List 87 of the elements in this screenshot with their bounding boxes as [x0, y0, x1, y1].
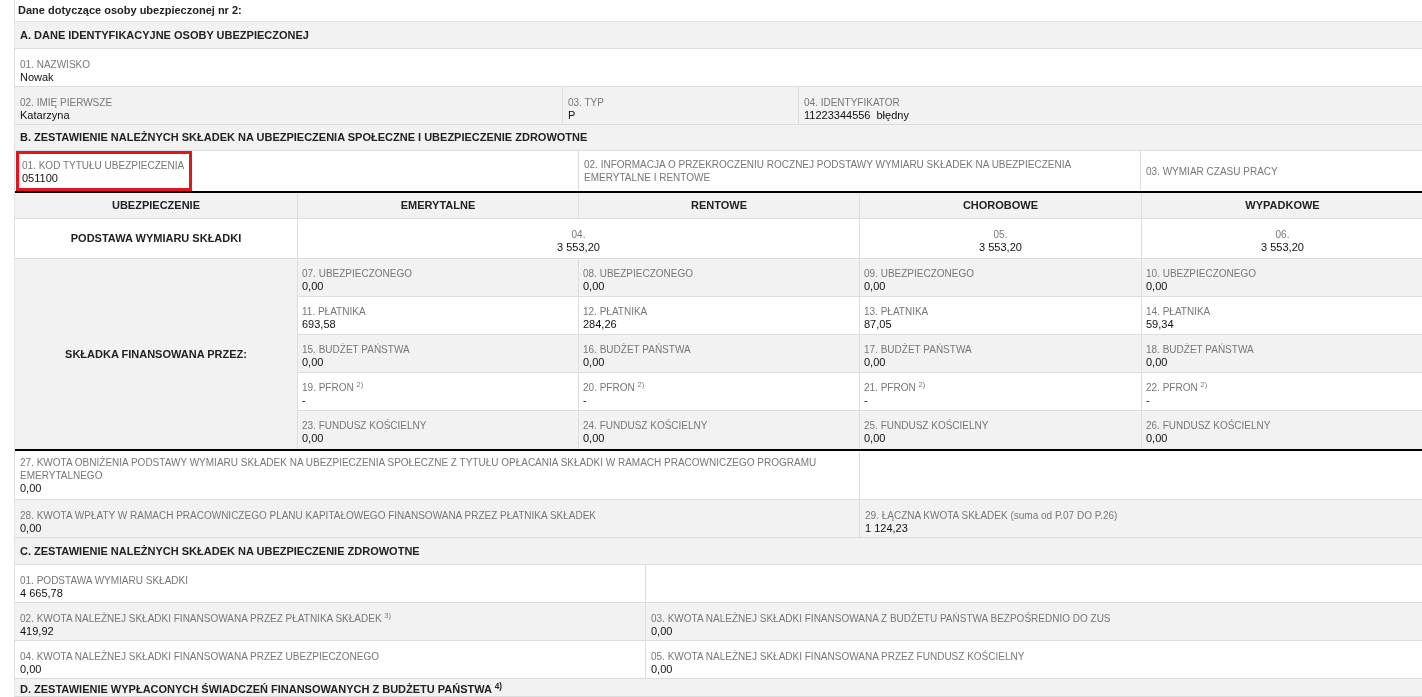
field-label: 09. UBEZPIECZONEGO — [864, 267, 975, 280]
field-label: 29. ŁĄCZNA KWOTA SKŁADEK (suma od P.07 DO P.26) — [865, 509, 1118, 522]
section-title: B. ZESTAWIENIE NALEŻNYCH SKŁADEK NA UBEZPIECZENIA SPOŁECZNE I UBEZPIECZENIE ZDROWOTNE — [20, 130, 588, 146]
field-value: 0,00 — [583, 432, 605, 445]
field-label: 03. KWOTA NALEŻNEJ SKŁADKI FINANSOWANA Z BUDŻETU PAŃSTWA BEZPOŚREDNIO DO ZUS — [651, 612, 1111, 625]
field-label: 02. IMIĘ PIERWSZE — [20, 96, 113, 109]
field-value: 284,26 — [583, 318, 617, 331]
field-label: 05. — [993, 228, 1008, 241]
field-value: 87,05 — [864, 318, 892, 331]
field-value: P — [568, 109, 576, 122]
field-label: 03. WYMIAR CZASU PRACY — [1146, 164, 1278, 178]
field-label: 02. KWOTA NALEŻNEJ SKŁADKI FINANSOWANA PRZEZ PŁATNIKA SKŁADEK $^{3)}$ — [20, 612, 392, 625]
field-value: 0,00 — [651, 625, 673, 638]
field-label: 15. BUDŻET PAŃSTWA — [302, 343, 410, 356]
column-title: UBEZPIECZENIE — [112, 198, 200, 214]
field-label: 04. IDENTYFIKATOR — [804, 96, 900, 109]
field-label: 13. PŁATNIKA — [864, 305, 929, 318]
field-label: 21. PFRON $^{2)}$ — [864, 381, 926, 394]
field-label: 11. PŁATNIKA — [302, 305, 366, 318]
field-value: 0,00 — [1146, 280, 1168, 293]
field-value: 419,92 — [20, 625, 54, 638]
field-label: 06. — [1275, 228, 1290, 241]
field-value: 11223344556 — [804, 109, 871, 122]
field-label: 01. PODSTAWA WYMIARU SKŁADKI — [20, 574, 188, 587]
field-label: 03. TYP — [568, 96, 604, 109]
row-title: SKŁADKA FINANSOWANA PRZEZ: — [65, 346, 247, 362]
field-label: 19. PFRON $^{2)}$ — [302, 381, 364, 394]
field-label: 20. PFRON $^{2)}$ — [583, 381, 645, 394]
section-title: C. ZESTAWIENIE NALEŻNYCH SKŁADEK NA UBEZPIECZENIE ZDROWOTNE — [20, 543, 420, 559]
field-value: Nowak — [20, 71, 54, 84]
field-value: 0,00 — [651, 663, 673, 676]
field-value: 59,34 — [1146, 318, 1174, 331]
column-title: WYPADKOWE — [1245, 198, 1320, 214]
field-value: Katarzyna — [20, 109, 70, 122]
field-value: 3 553,20 — [557, 241, 600, 254]
column-title: RENTOWE — [691, 198, 747, 214]
field-label: 07. UBEZPIECZONEGO — [302, 267, 413, 280]
page-title: Dane dotyczące osoby ubezpieczonej nr 2: — [18, 3, 242, 19]
field-value: 1 124,23 — [865, 522, 908, 535]
field-value: 0,00 — [583, 356, 605, 369]
field-label: 04. KWOTA NALEŻNEJ SKŁADKI FINANSOWANA PRZEZ UBEZPIECZONEGO — [20, 650, 379, 663]
field-label: 10. UBEZPIECZONEGO — [1146, 267, 1257, 280]
field-value: - — [583, 394, 587, 407]
field-value: - — [1146, 394, 1150, 407]
field-value: 051100 — [22, 172, 58, 185]
field-label: 25. FUNDUSZ KOŚCIELNY — [864, 419, 989, 432]
field-value: 0,00 — [864, 280, 886, 293]
field-label: 18. BUDŻET PAŃSTWA — [1146, 343, 1254, 356]
field-value: 0,00 — [1146, 432, 1168, 445]
field-value: 4 665,78 — [20, 587, 63, 600]
field-label: 27. KWOTA OBNIŻENIA PODSTAWY WYMIARU SKŁADEK NA UBEZPIECZENIA SPOŁECZNE Z TYTUŁU OPŁACANIA SKŁADKI W RAMACH PRACOWNICZEGO PROGRAMU EMERYTALNEGO — [20, 456, 818, 482]
field-label: 02. INFORMACJA O PRZEKROCZENIU ROCZNEJ PODSTAWY WYMIARU SKŁADEK NA UBEZPIECZENIA EMERYTALNE I RENTOWE — [584, 158, 1072, 184]
column-title: EMERYTALNE — [400, 198, 476, 214]
field-label: 28. KWOTA WPŁATY W RAMACH PRACOWNICZEGO PLANU KAPITAŁOWEGO FINANSOWANA PRZEZ PŁATNIKA SKŁADEK — [20, 509, 597, 522]
section-title: A. DANE IDENTYFIKACYJNE OSOBY UBEZPIECZONEJ — [20, 27, 309, 43]
field-value: - — [302, 394, 306, 407]
validation-status: błędny — [876, 109, 909, 122]
field-value: 0,00 — [302, 356, 324, 369]
field-label: 23. FUNDUSZ KOŚCIELNY — [302, 419, 427, 432]
field-value: 0,00 — [864, 432, 886, 445]
section-title: D. ZESTAWIENIE WYPŁACONYCH ŚWIADCZEŃ FINANSOWANYCH Z BUDŻETU PAŃSTWA $^{4)}$ — [20, 680, 502, 697]
field-label: 08. UBEZPIECZONEGO — [583, 267, 694, 280]
field-value: 693,58 — [302, 318, 336, 331]
field-value: - — [864, 394, 868, 407]
field-value: 0,00 — [1146, 356, 1168, 369]
row-title: PODSTAWA WYMIARU SKŁADKI — [70, 231, 242, 247]
field-label: 05. KWOTA NALEŻNEJ SKŁADKI FINANSOWANA PRZEZ FUNDUSZ KOŚCIELNY — [651, 650, 1025, 663]
field-value: 0,00 — [583, 280, 605, 293]
field-value: 0,00 — [20, 482, 42, 495]
field-value: 3 553,20 — [979, 241, 1022, 254]
field-label: 16. BUDŻET PAŃSTWA — [583, 343, 691, 356]
field-value: 3 553,20 — [1261, 241, 1304, 254]
field-label: 14. PŁATNIKA — [1146, 305, 1211, 318]
field-value: 0,00 — [864, 356, 886, 369]
field-label: 12. PŁATNIKA — [583, 305, 648, 318]
field-value: 0,00 — [20, 663, 42, 676]
field-label: 04. — [571, 228, 586, 241]
field-label: 17. BUDŻET PAŃSTWA — [864, 343, 972, 356]
field-label: 24. FUNDUSZ KOŚCIELNY — [583, 419, 708, 432]
field-label: 01. NAZWISKO — [20, 58, 90, 71]
field-value: 0,00 — [302, 432, 324, 445]
field-label: 26. FUNDUSZ KOŚCIELNY — [1146, 419, 1271, 432]
field-value: 0,00 — [20, 522, 42, 535]
field-label: 22. PFRON $^{2)}$ — [1146, 381, 1208, 394]
column-title: CHOROBOWE — [962, 198, 1039, 214]
field-value: 0,00 — [302, 280, 324, 293]
field-label: 01. KOD TYTUŁU UBEZPIECZENIA — [22, 159, 185, 172]
